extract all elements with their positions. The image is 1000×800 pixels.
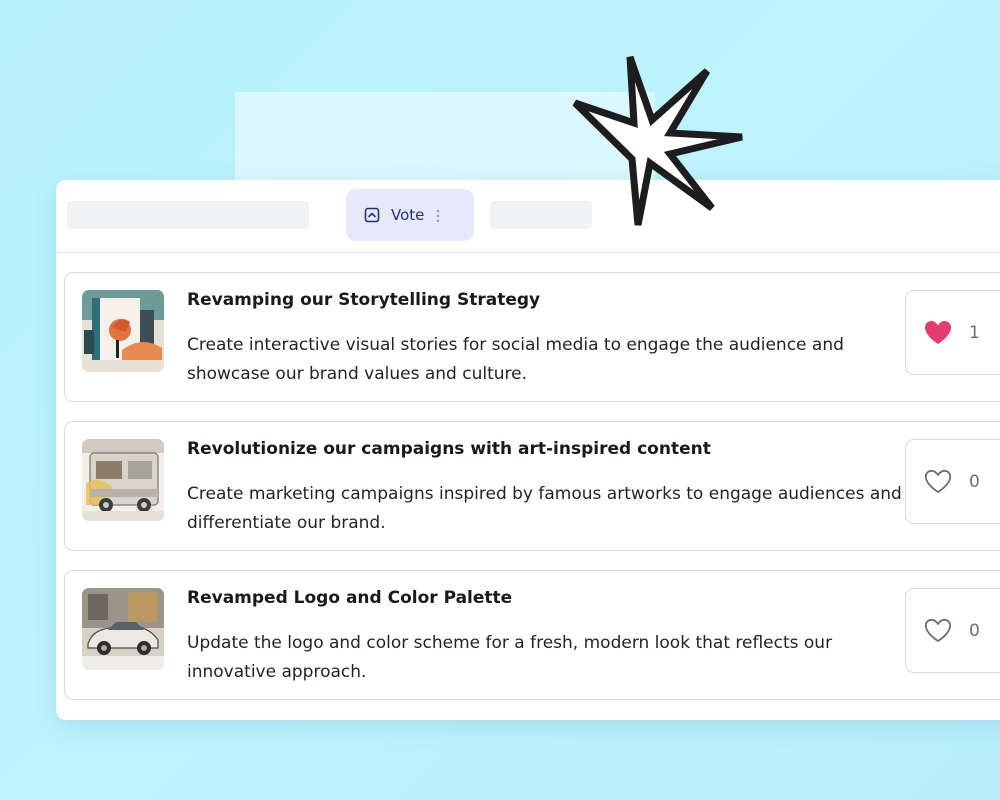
idea-card[interactable]: Revamped Logo and Color Palette Update t… (64, 570, 1000, 700)
idea-description: Create interactive visual stories for so… (187, 335, 844, 384)
like-count: 0 (969, 620, 980, 641)
like-count: 1 (969, 322, 980, 343)
heart-outline-icon (923, 468, 953, 495)
idea-description: Update the logo and color scheme for a f… (187, 633, 833, 682)
like-button[interactable]: 1 (905, 290, 1000, 375)
voting-panel: Vote Revamping our Storytelling Strategy… (56, 180, 1000, 720)
more-options-icon[interactable] (436, 208, 440, 223)
storytelling-thumbnail (82, 290, 164, 372)
idea-title: Revolutionize our campaigns with art-ins… (187, 439, 711, 459)
vote-icon (364, 207, 380, 223)
like-button[interactable]: 0 (905, 588, 1000, 673)
heart-outline-icon (923, 617, 953, 644)
campervan-thumbnail (82, 439, 164, 521)
tab-vote[interactable]: Vote (346, 189, 474, 241)
tab-vote-label: Vote (391, 206, 425, 224)
heart-filled-icon (923, 319, 953, 346)
idea-card[interactable]: Revolutionize our campaigns with art-ins… (64, 421, 1000, 551)
tab-placeholder[interactable] (67, 201, 309, 229)
sparkle-star-icon (570, 55, 750, 230)
idea-description: Create marketing campaigns inspired by f… (187, 484, 902, 533)
idea-card[interactable]: Revamping our Storytelling Strategy Crea… (64, 272, 1000, 402)
idea-title: Revamped Logo and Color Palette (187, 588, 513, 608)
car-thumbnail (82, 588, 164, 670)
tab-bar: Vote (56, 180, 1000, 253)
like-button[interactable]: 0 (905, 439, 1000, 524)
like-count: 0 (969, 471, 980, 492)
idea-title: Revamping our Storytelling Strategy (187, 290, 541, 310)
